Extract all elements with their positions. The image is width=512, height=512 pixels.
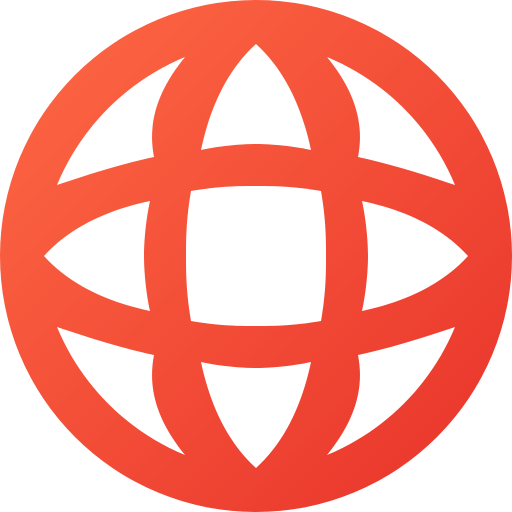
globe-icon — [0, 0, 512, 512]
globe-fill — [0, 0, 512, 512]
icon-canvas — [0, 0, 512, 512]
